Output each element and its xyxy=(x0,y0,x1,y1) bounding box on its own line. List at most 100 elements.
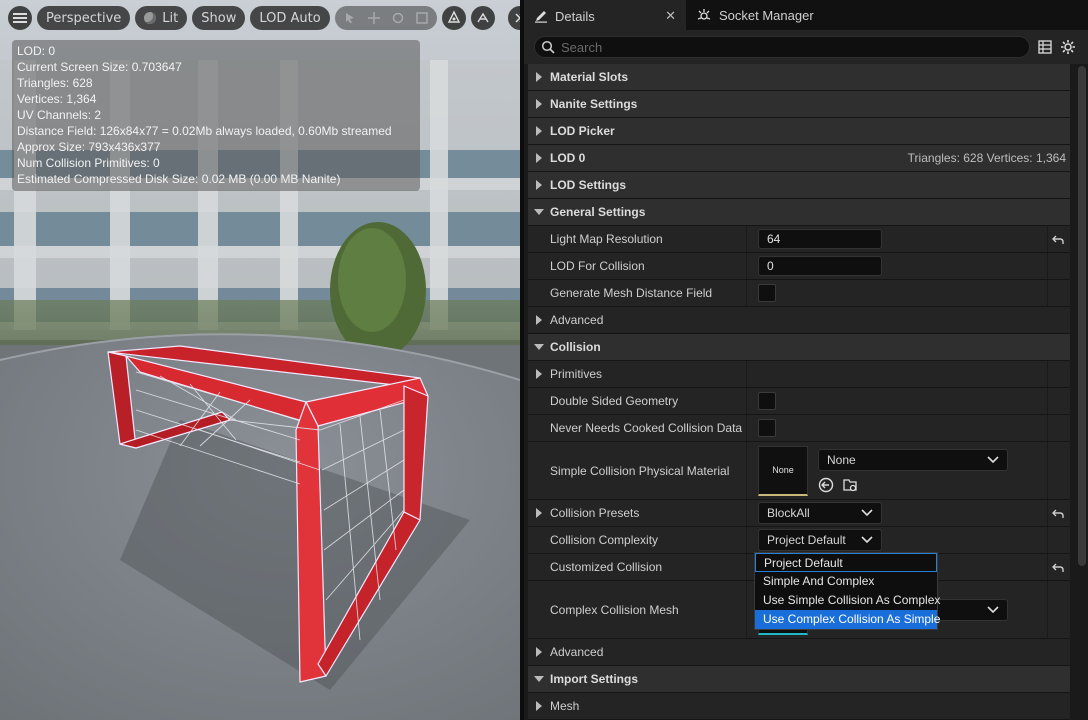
chevron-right-icon xyxy=(528,701,550,711)
tab-details-label: Details xyxy=(555,8,595,24)
property-label: Customized Collision xyxy=(550,560,663,574)
viewport-menu-button[interactable] xyxy=(8,6,32,30)
category-label: Nanite Settings xyxy=(550,97,638,111)
translate-tool-button[interactable] xyxy=(363,7,385,29)
toolbar-overflow-button[interactable] xyxy=(507,6,520,30)
property-label: Collision Presets xyxy=(550,506,640,520)
property-simple-collision-phys-mat: Simple Collision Physical Material None … xyxy=(528,442,1070,500)
panel-tools xyxy=(1038,39,1076,55)
close-tab-icon[interactable]: ✕ xyxy=(665,8,676,24)
subcategory-label: Advanced xyxy=(550,313,604,327)
category-lod0[interactable]: LOD 0 Triangles: 628 Vertices: 1,364 xyxy=(528,145,1070,172)
category-label: Collision xyxy=(550,340,601,354)
chevron-right-icon xyxy=(528,99,550,109)
search-row xyxy=(524,30,1088,64)
chevron-down-icon xyxy=(987,605,999,613)
use-selected-asset-icon[interactable] xyxy=(818,477,834,493)
scale-tool-button[interactable] xyxy=(411,7,433,29)
collision-presets-value: BlockAll xyxy=(767,506,810,520)
search-input[interactable] xyxy=(561,39,1001,55)
category-import-settings[interactable]: Import Settings xyxy=(528,666,1070,693)
dropdown-option[interactable]: Project Default xyxy=(755,553,937,572)
perspective-button[interactable]: Perspective xyxy=(37,6,131,30)
hamburger-icon xyxy=(13,13,27,23)
property-label: Generate Mesh Distance Field xyxy=(550,286,713,300)
stat-approx-size: Approx Size: 793x436x377 xyxy=(17,140,161,154)
stat-uv-channels: UV Channels: 2 xyxy=(17,108,102,122)
socket-icon xyxy=(697,9,711,20)
select-tool-button[interactable] xyxy=(339,7,361,29)
lod-button[interactable]: LOD Auto xyxy=(250,6,330,30)
chevron-right-icon xyxy=(528,315,550,325)
light-map-resolution-input[interactable]: 64 xyxy=(758,229,882,249)
lit-button[interactable]: Lit xyxy=(135,6,188,30)
generate-distance-field-checkbox[interactable] xyxy=(758,284,776,302)
lit-label: Lit xyxy=(162,10,179,26)
tab-details[interactable]: Details ✕ xyxy=(524,0,686,30)
category-material-slots[interactable]: Material Slots xyxy=(528,64,1070,91)
category-lod-picker[interactable]: LOD Picker xyxy=(528,118,1070,145)
lod0-stats: Triangles: 628 Vertices: 1,364 xyxy=(907,151,1066,165)
category-nanite-settings[interactable]: Nanite Settings xyxy=(528,91,1070,118)
subcategory-label: Mesh xyxy=(550,699,580,713)
mesh-viewport[interactable]: Perspective Lit Show LOD Auto LOD: 0 Cur… xyxy=(0,0,520,720)
lod-for-collision-input[interactable]: 0 xyxy=(758,256,882,276)
collision-complexity-value: Project Default xyxy=(767,533,846,547)
chevron-right-icon xyxy=(528,508,550,518)
dropdown-option[interactable]: Simple And Complex xyxy=(755,572,937,591)
table-view-icon[interactable] xyxy=(1038,40,1052,54)
category-label: Import Settings xyxy=(550,672,639,686)
stat-distance-field: Distance Field: 126x84x77 = 0.02Mb alway… xyxy=(17,124,392,138)
property-label: Complex Collision Mesh xyxy=(550,602,679,617)
category-general-settings[interactable]: General Settings xyxy=(528,199,1070,226)
category-label: LOD Picker xyxy=(550,124,615,138)
camera-speed-button[interactable] xyxy=(470,6,495,30)
category-collision[interactable]: Collision xyxy=(528,334,1070,361)
chevron-right-icon xyxy=(528,180,550,190)
phys-mat-picker[interactable]: None xyxy=(818,448,1008,471)
dropdown-option[interactable]: Use Simple Collision As Complex xyxy=(755,591,940,610)
collision-complexity-dropdown: Project Default Simple And Complex Use S… xyxy=(754,552,940,630)
property-generate-mesh-distance-field: Generate Mesh Distance Field xyxy=(528,280,1070,307)
rotate-icon xyxy=(392,12,403,24)
show-label: Show xyxy=(201,10,237,26)
reset-to-default-icon[interactable] xyxy=(1052,500,1064,526)
show-button[interactable]: Show xyxy=(192,6,246,30)
subcategory-advanced-general[interactable]: Advanced xyxy=(528,307,1070,334)
pencil-icon xyxy=(535,11,547,23)
property-primitives[interactable]: Primitives xyxy=(528,361,1070,388)
stat-vertices: Vertices: 1,364 xyxy=(17,92,97,106)
collision-presets-combo[interactable]: BlockAll xyxy=(758,502,882,524)
collision-complexity-combo[interactable]: Project Default xyxy=(758,529,882,551)
scale-icon xyxy=(415,12,428,24)
subcategory-advanced-collision[interactable]: Advanced xyxy=(528,639,1070,666)
subcategory-mesh[interactable]: Mesh xyxy=(528,693,1070,720)
cursor-icon xyxy=(345,13,354,23)
reset-to-default-icon[interactable] xyxy=(1052,226,1064,252)
chevron-right-icon xyxy=(528,647,550,657)
never-needs-cooked-checkbox[interactable] xyxy=(758,419,776,437)
panel-tab-bar: Details ✕ Socket Manager xyxy=(524,0,1088,30)
chevron-right-icon xyxy=(528,126,550,136)
gear-icon[interactable] xyxy=(1060,39,1076,55)
tab-socket-manager[interactable]: Socket Manager xyxy=(686,0,824,30)
phys-mat-thumbnail[interactable]: None xyxy=(758,445,808,496)
search-icon xyxy=(541,40,555,54)
surface-snap-button[interactable] xyxy=(441,6,466,30)
lit-sphere-icon xyxy=(144,12,157,24)
phys-mat-picker-value: None xyxy=(827,452,856,467)
property-light-map-resolution: Light Map Resolution 64 xyxy=(528,226,1070,253)
dropdown-option-highlighted[interactable]: Use Complex Collision As Simple xyxy=(755,610,940,629)
category-label: LOD Settings xyxy=(550,178,627,192)
chevron-down-icon xyxy=(861,509,873,517)
rotate-tool-button[interactable] xyxy=(387,7,409,29)
category-lod-settings[interactable]: LOD Settings xyxy=(528,172,1070,199)
property-collision-presets[interactable]: Collision Presets BlockAll xyxy=(528,500,1070,527)
double-sided-checkbox[interactable] xyxy=(758,392,776,410)
reset-to-default-icon[interactable] xyxy=(1052,554,1064,580)
search-box[interactable] xyxy=(534,36,1030,58)
browse-asset-icon[interactable] xyxy=(842,477,858,493)
details-scrollbar[interactable] xyxy=(1078,66,1086,566)
property-label: Double Sided Geometry xyxy=(550,394,679,408)
property-never-needs-cooked-collision: Never Needs Cooked Collision Data xyxy=(528,415,1070,442)
